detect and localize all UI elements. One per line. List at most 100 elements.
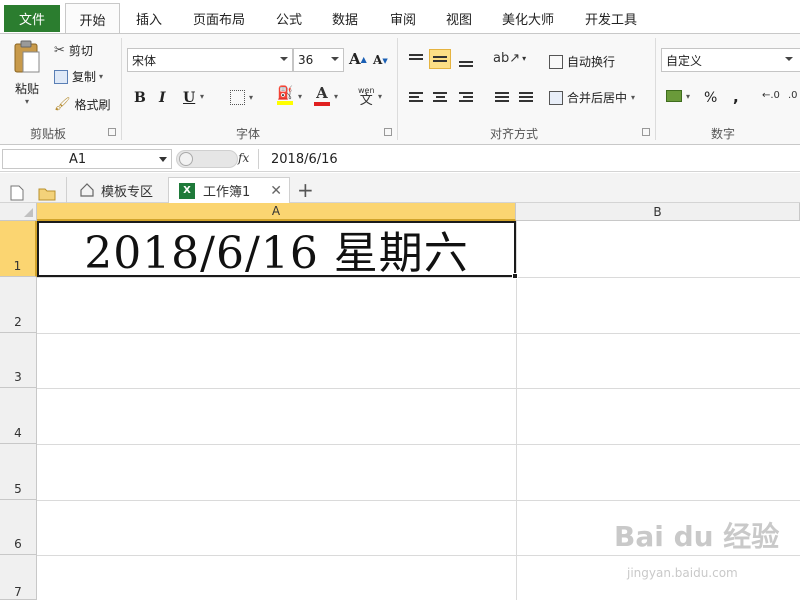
add-tab-button[interactable]: + bbox=[297, 177, 314, 203]
row-header-3[interactable]: 3 bbox=[0, 333, 37, 388]
font-size-value: 36 bbox=[298, 53, 314, 67]
number-format-select[interactable]: 自定义 bbox=[661, 48, 800, 72]
currency-button[interactable]: ▾ bbox=[666, 90, 690, 102]
align-center-button[interactable] bbox=[429, 87, 451, 107]
underline-button[interactable]: U bbox=[183, 90, 195, 106]
font-color-button[interactable]: A bbox=[314, 84, 330, 106]
column-header-b[interactable]: B bbox=[516, 203, 800, 221]
tab-template-zone[interactable]: 模板专区 bbox=[66, 177, 166, 203]
format-painter-label: 格式刷 bbox=[74, 98, 111, 112]
name-box[interactable]: A1 bbox=[2, 149, 172, 169]
select-all-button[interactable] bbox=[0, 203, 37, 221]
wrap-text-label: 自动换行 bbox=[567, 55, 616, 69]
row-header-4[interactable]: 4 bbox=[0, 388, 37, 444]
copy-button[interactable]: 复制 ▾ bbox=[54, 68, 103, 85]
close-icon[interactable]: ✕ bbox=[270, 183, 282, 199]
name-box-value: A1 bbox=[69, 151, 87, 167]
file-menu-button[interactable]: 文件 bbox=[4, 5, 60, 32]
row-header-1[interactable]: 1 bbox=[0, 221, 37, 277]
row-header-5[interactable]: 5 bbox=[0, 444, 37, 500]
align-top-button[interactable] bbox=[405, 49, 427, 69]
grid-line bbox=[37, 388, 800, 389]
wrap-text-button[interactable]: 自动换行 bbox=[549, 53, 615, 70]
orientation-button[interactable]: ab↗ ▾ bbox=[493, 51, 526, 66]
underline-dropdown-arrow[interactable]: ▾ bbox=[200, 92, 204, 101]
alignment-group-label: 对齐方式 bbox=[490, 127, 539, 141]
increase-indent-button[interactable] bbox=[515, 87, 537, 107]
tab-page-layout[interactable]: 页面布局 bbox=[193, 9, 245, 28]
tab-workbook1[interactable]: X 工作簿1 ✕ bbox=[168, 177, 290, 203]
paint-bucket-icon: ⛽ bbox=[277, 86, 294, 101]
tab-home[interactable]: 开始 bbox=[65, 3, 120, 34]
formula-toggle[interactable] bbox=[176, 150, 238, 168]
tab-formulas[interactable]: 公式 bbox=[276, 9, 302, 28]
increase-decimal-button[interactable]: ←.0 bbox=[762, 90, 780, 101]
phonetic-dropdown-arrow[interactable]: ▾ bbox=[378, 92, 382, 101]
tab-review[interactable]: 审阅 bbox=[390, 9, 416, 28]
grow-font-button[interactable]: A ▲ bbox=[349, 50, 367, 68]
percent-button[interactable]: % bbox=[704, 90, 717, 106]
border-icon bbox=[230, 90, 245, 105]
brush-icon: 🖌 bbox=[54, 97, 71, 112]
merge-center-button[interactable]: 合并后居中 ▾ bbox=[549, 89, 635, 106]
cut-button[interactable]: ✂ 剪切 bbox=[54, 42, 93, 59]
tab-data[interactable]: 数据 bbox=[332, 9, 358, 28]
grid-line bbox=[37, 555, 800, 556]
bold-button[interactable]: B bbox=[134, 90, 146, 106]
copy-icon bbox=[54, 69, 68, 84]
italic-button[interactable]: I bbox=[159, 90, 166, 106]
currency-icon bbox=[666, 90, 682, 102]
shrink-font-button[interactable]: A ▼ bbox=[373, 53, 388, 67]
watermark-url: jingyan.baidu.com bbox=[627, 566, 738, 580]
increase-decimal-icon: ←.0 bbox=[762, 90, 780, 101]
row-header-2[interactable]: 2 bbox=[0, 277, 37, 333]
font-color-dropdown-arrow[interactable]: ▾ bbox=[334, 92, 338, 101]
group-divider bbox=[397, 38, 398, 140]
tab-insert[interactable]: 插入 bbox=[136, 9, 162, 28]
comma-button[interactable]: , bbox=[733, 88, 739, 106]
phonetic-button[interactable]: wen 文 bbox=[358, 86, 375, 107]
copy-dropdown-arrow[interactable]: ▾ bbox=[99, 72, 103, 81]
tab-beautify-master[interactable]: 美化大师 bbox=[502, 9, 554, 28]
paste-button[interactable]: 粘贴 ▾ bbox=[8, 40, 46, 116]
row-header-7[interactable]: 7 bbox=[0, 555, 37, 600]
tab-developer[interactable]: 开发工具 bbox=[585, 9, 637, 28]
new-file-icon bbox=[10, 185, 24, 201]
format-painter-button[interactable]: 🖌 格式刷 bbox=[54, 96, 111, 113]
insert-function-button[interactable]: fx bbox=[238, 151, 249, 165]
font-name-select[interactable]: 宋体 bbox=[127, 48, 293, 72]
watermark-logo: Bai du 经验 bbox=[614, 520, 780, 553]
home-icon bbox=[80, 183, 94, 197]
row-header-6[interactable]: 6 bbox=[0, 500, 37, 555]
number-group-label: 数字 bbox=[711, 127, 736, 141]
text-angle-icon: ab↗ bbox=[493, 51, 521, 66]
font-size-select[interactable]: 36 bbox=[293, 48, 344, 72]
decrease-decimal-button[interactable]: .0 bbox=[788, 90, 798, 101]
paste-dropdown-arrow[interactable]: ▾ bbox=[25, 97, 29, 106]
clipboard-launcher-icon[interactable] bbox=[108, 128, 116, 136]
align-middle-button[interactable] bbox=[429, 49, 451, 69]
tab-template-zone-label: 模板专区 bbox=[101, 184, 154, 200]
borders-button[interactable]: ▾ bbox=[230, 90, 253, 105]
fill-handle[interactable] bbox=[512, 273, 518, 279]
formula-input[interactable]: 2018/6/16 bbox=[258, 149, 798, 169]
alignment-launcher-icon[interactable] bbox=[642, 128, 650, 136]
align-left-button[interactable] bbox=[405, 87, 427, 107]
font-launcher-icon[interactable] bbox=[384, 128, 392, 136]
borders-dropdown-arrow: ▾ bbox=[249, 93, 254, 102]
ribbon: 粘贴 ▾ ✂ 剪切 复制 ▾ 🖌 格式刷 剪贴板 宋体 36 A ▲ A ▼ B I… bbox=[0, 33, 800, 145]
paste-label: 粘贴 bbox=[14, 82, 39, 96]
folder-icon bbox=[38, 188, 56, 200]
align-bottom-button[interactable] bbox=[455, 52, 477, 72]
merge-cells-icon bbox=[549, 90, 563, 105]
tab-workbook1-label: 工作簿1 bbox=[203, 185, 251, 200]
tab-view[interactable]: 视图 bbox=[446, 9, 472, 28]
cell-a1[interactable]: 2018/6/16 星期六 bbox=[37, 221, 516, 279]
fill-dropdown-arrow[interactable]: ▾ bbox=[298, 92, 302, 101]
grow-font-icon: A bbox=[349, 50, 361, 68]
align-right-button[interactable] bbox=[455, 87, 477, 107]
font-name-value: 宋体 bbox=[132, 53, 157, 68]
decrease-indent-button[interactable] bbox=[491, 87, 513, 107]
fill-color-button[interactable]: ⛽ bbox=[277, 86, 293, 105]
decrease-decimal-icon: .0 bbox=[788, 90, 798, 101]
